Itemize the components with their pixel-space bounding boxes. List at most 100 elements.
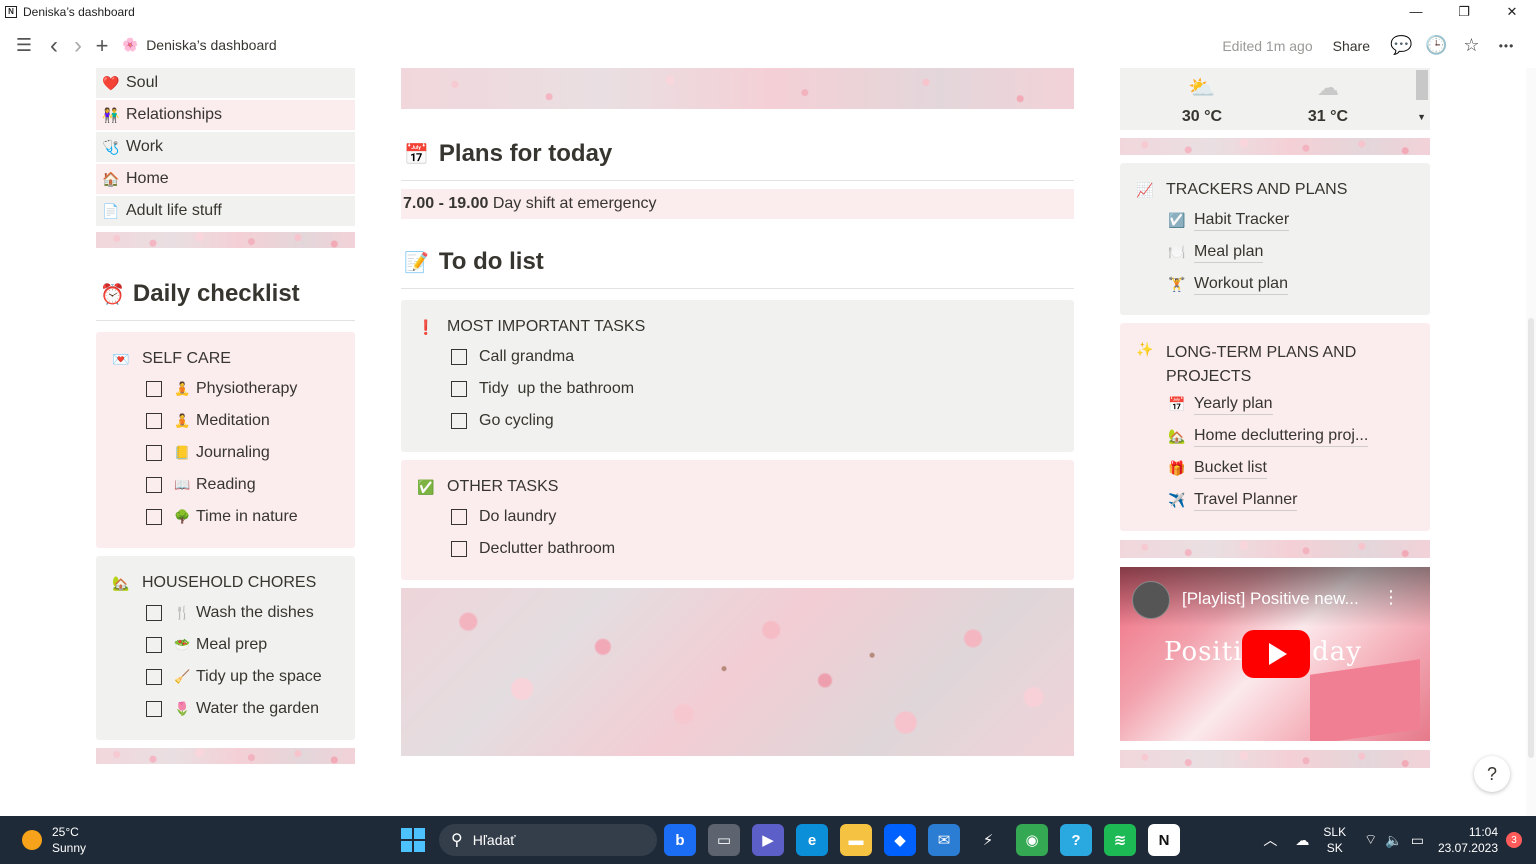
checkbox[interactable]	[451, 349, 467, 365]
bing-icon[interactable]: b	[664, 824, 696, 856]
link-yearly-plan[interactable]: 📅 Yearly plan	[1168, 392, 1273, 416]
scroll-down-icon[interactable]: ▼	[1417, 112, 1426, 122]
weather-widget: ⛅ 30 °C ☁ 31 °C ▼	[1120, 68, 1430, 130]
taskbar-weather[interactable]: 25°C Sunny	[22, 824, 86, 856]
history-icon[interactable]: 🕒	[1419, 35, 1454, 56]
todo-label[interactable]: Declutter bathroom	[479, 540, 615, 558]
todo-label[interactable]: Do laundry	[479, 508, 556, 526]
more-icon[interactable]: •••	[1489, 39, 1524, 53]
link-home-decluttering[interactable]: 🏡 Home decluttering proj...	[1168, 424, 1369, 448]
play-button[interactable]	[1242, 630, 1310, 678]
notification-badge[interactable]: 3	[1506, 832, 1522, 848]
nav-item-relationships[interactable]: 👫 Relationships	[96, 100, 355, 130]
files-icon[interactable]: ▭	[708, 824, 740, 856]
heading-divider	[401, 180, 1074, 181]
breadcrumb[interactable]: 🌸 Deniska’s dashboard	[122, 37, 277, 53]
checkbox[interactable]	[451, 509, 467, 525]
wifi-icon[interactable]: ⌔	[1364, 831, 1377, 849]
search-icon: ⚲	[451, 832, 463, 849]
todo-label[interactable]: Call grandma	[479, 348, 574, 366]
nav-item-soul[interactable]: ❤️ Soul	[96, 68, 355, 98]
todo-label[interactable]: Tidy up the bathroom	[479, 380, 634, 398]
speaker-icon[interactable]: 🔈	[1385, 832, 1402, 849]
plan-entry[interactable]: 7.00 - 19.00 Day shift at emergency	[401, 189, 1074, 219]
comments-icon[interactable]: 💬	[1384, 35, 1419, 56]
language-indicator[interactable]: SLK SK	[1323, 824, 1346, 856]
taskbar-search[interactable]: ⚲ Hľadať	[439, 824, 657, 856]
sparkles-icon: ✨	[1136, 341, 1154, 357]
todo-label[interactable]: Time in nature	[196, 508, 298, 526]
other-tasks-callout: ✅ OTHER TASKS Do laundry Declutter bathr…	[401, 460, 1074, 580]
todo-label[interactable]: Physiotherapy	[196, 380, 297, 398]
forward-icon[interactable]: ›	[70, 32, 86, 60]
windows-logo-tile	[414, 841, 425, 852]
trackers-title-text: TRACKERS AND PLANS	[1166, 181, 1348, 198]
checkbox[interactable]	[146, 381, 162, 397]
checkbox[interactable]	[146, 637, 162, 653]
mail-icon[interactable]: ✉	[928, 824, 960, 856]
edge-icon[interactable]: e	[796, 824, 828, 856]
checkbox[interactable]	[451, 381, 467, 397]
checkbox[interactable]	[146, 477, 162, 493]
checkbox[interactable]	[146, 509, 162, 525]
sidebar-menu-icon[interactable]: ☰	[14, 35, 34, 56]
cherry-blossom-banner	[401, 68, 1074, 109]
channel-avatar[interactable]	[1132, 581, 1170, 619]
minimize-button[interactable]: —	[1392, 0, 1440, 23]
chevron-up-icon[interactable]: ︿	[1263, 830, 1277, 850]
todo-label[interactable]: Water the garden	[196, 700, 319, 718]
todo-label[interactable]: Reading	[196, 476, 256, 494]
temperature: 30 °C	[1181, 108, 1223, 125]
youtube-embed[interactable]: [Playlist] Positive new... ⋮ Positi w da…	[1120, 567, 1430, 741]
restore-button[interactable]: ❐	[1440, 0, 1488, 23]
todo-label[interactable]: Go cycling	[479, 412, 554, 430]
nav-item-adult-life[interactable]: 📄 Adult life stuff	[96, 196, 355, 226]
back-icon[interactable]: ‹	[46, 32, 62, 60]
nav-item-work[interactable]: 🩺 Work	[96, 132, 355, 162]
weather-day: ☁ 31 °C	[1288, 68, 1368, 126]
checkbox[interactable]	[146, 701, 162, 717]
checkbox[interactable]	[146, 413, 162, 429]
notion-icon[interactable]: N	[1148, 824, 1180, 856]
dropbox-icon[interactable]: ◆	[884, 824, 916, 856]
important-tasks-callout: ❗ MOST IMPORTANT TASKS Call grandma Tidy…	[401, 300, 1074, 452]
close-button[interactable]: ✕	[1488, 0, 1536, 23]
weather-scroll-thumb[interactable]	[1416, 70, 1428, 100]
todo-label[interactable]: Meditation	[196, 412, 270, 430]
star-icon[interactable]: ☆	[1454, 35, 1489, 56]
clock[interactable]: 11:04 23.07.2023	[1438, 824, 1498, 856]
help-button[interactable]: ?	[1474, 756, 1510, 792]
new-page-icon[interactable]: +	[92, 33, 112, 59]
spotify-icon[interactable]: ≋	[1104, 824, 1136, 856]
checkbox[interactable]	[451, 541, 467, 557]
todo-label[interactable]: Journaling	[196, 444, 270, 462]
settings-icon[interactable]: ?	[1060, 824, 1092, 856]
checkbox[interactable]	[146, 445, 162, 461]
link-bucket-list[interactable]: 🎁 Bucket list	[1168, 456, 1267, 480]
teams-icon[interactable]: ▶	[752, 824, 784, 856]
checkbox[interactable]	[146, 605, 162, 621]
start-button[interactable]	[401, 828, 425, 852]
onedrive-cloud-icon[interactable]: ☁	[1295, 832, 1309, 849]
video-title[interactable]: [Playlist] Positive new...	[1182, 589, 1359, 609]
nav-item-home[interactable]: 🏠 Home	[96, 164, 355, 194]
link-workout-plan[interactable]: 🏋️ Workout plan	[1168, 272, 1288, 296]
temperature: 31 °C	[1307, 108, 1349, 125]
todo-label[interactable]: Tidy up the space	[196, 668, 322, 686]
todo-label[interactable]: Wash the dishes	[196, 604, 314, 622]
checkbox[interactable]	[451, 413, 467, 429]
link-habit-tracker[interactable]: ☑️ Habit Tracker	[1168, 208, 1290, 232]
checkbox[interactable]	[146, 669, 162, 685]
explorer-icon[interactable]: ▬	[840, 824, 872, 856]
page-scrollbar[interactable]	[1526, 68, 1536, 816]
share-button[interactable]: Share	[1333, 38, 1370, 54]
battery-icon[interactable]: ▭	[1411, 832, 1424, 849]
video-menu-icon[interactable]: ⋮	[1382, 587, 1400, 608]
todo-label[interactable]: Meal prep	[196, 636, 267, 654]
link-meal-plan[interactable]: 🍽️ Meal plan	[1168, 240, 1264, 264]
vscode-icon[interactable]: ⚡	[972, 824, 1004, 856]
chrome-icon[interactable]: ◉	[1016, 824, 1048, 856]
scroll-thumb[interactable]	[1528, 318, 1534, 758]
trackers-title: 📈 TRACKERS AND PLANS	[1136, 181, 1347, 199]
link-travel-planner[interactable]: ✈️ Travel Planner	[1168, 488, 1298, 512]
